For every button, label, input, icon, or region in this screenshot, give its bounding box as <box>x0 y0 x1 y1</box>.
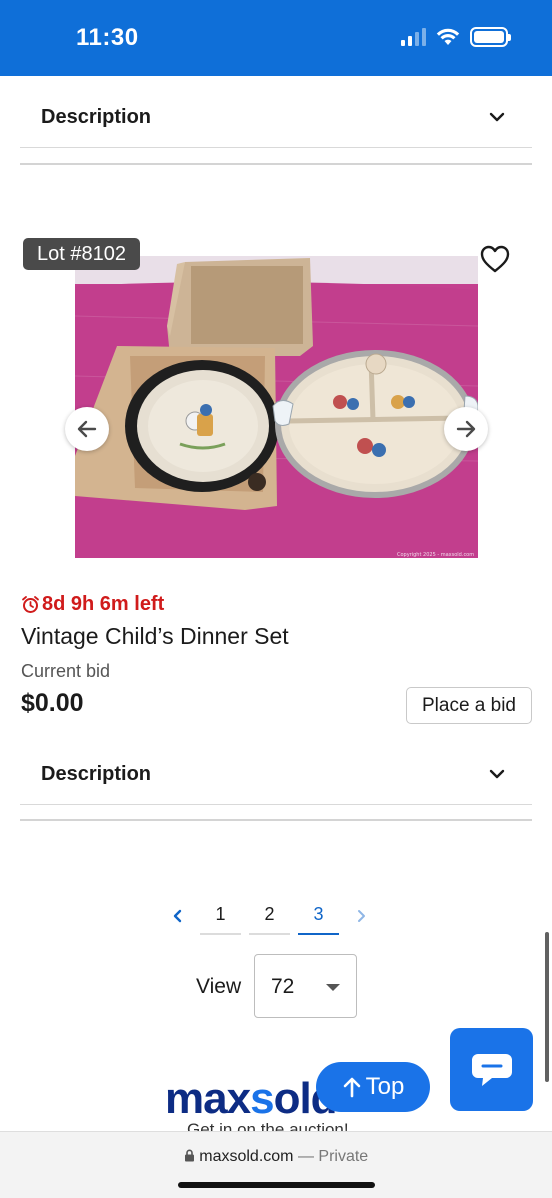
dropdown-caret-icon <box>326 984 340 991</box>
place-bid-button[interactable]: Place a bid <box>406 687 532 724</box>
section-divider <box>20 819 532 821</box>
chevron-down-icon <box>489 769 505 779</box>
view-label: View <box>196 975 242 998</box>
private-mode-label: Private <box>318 1148 369 1165</box>
chevron-right-icon <box>358 910 365 922</box>
arrow-left-icon <box>77 420 97 438</box>
arrow-right-icon <box>456 420 476 438</box>
cellular-signal-icon <box>401 28 426 46</box>
status-icons <box>401 27 511 47</box>
current-bid-label: Current bid <box>21 661 111 681</box>
url-text: maxsold.com — Private <box>0 1148 552 1166</box>
browser-url-bar[interactable]: maxsold.com — Private <box>0 1131 552 1198</box>
description-label: Description <box>41 106 152 128</box>
page-1[interactable]: 1 <box>200 898 241 935</box>
chat-button[interactable] <box>450 1028 533 1111</box>
alarm-clock-icon <box>22 596 39 613</box>
back-to-top-button[interactable]: Top <box>316 1062 430 1112</box>
lot-title[interactable]: Vintage Child’s Dinner Set <box>21 623 289 650</box>
photo-next-button[interactable] <box>444 407 488 451</box>
url-domain: maxsold.com <box>199 1148 294 1165</box>
pagination: 1 2 3 <box>160 896 379 936</box>
back-to-top-label: Top <box>365 1073 405 1100</box>
time-left: 8d 9h 6m left <box>21 593 164 616</box>
view-selected-value: 72 <box>271 975 295 998</box>
scrollbar[interactable] <box>545 932 549 1082</box>
lock-icon <box>184 1149 194 1162</box>
current-bid-value: $0.00 <box>21 689 84 717</box>
lot-number-badge: Lot #8102 <box>23 238 140 270</box>
prev-page-button[interactable] <box>160 898 196 934</box>
photo-watermark: Copyright 2025 - maxsold.com <box>397 552 474 558</box>
page-2[interactable]: 2 <box>249 898 290 935</box>
favorite-heart-icon[interactable] <box>480 245 510 273</box>
home-indicator <box>178 1182 375 1188</box>
maxsold-logo: maxsold <box>165 1074 338 1123</box>
description-label: Description <box>41 763 152 785</box>
lot-photo[interactable]: Copyright 2025 - maxsold.com <box>75 256 478 558</box>
status-time: 11:30 <box>76 24 139 51</box>
battery-icon <box>470 27 511 47</box>
chevron-down-icon <box>489 112 505 122</box>
page-3[interactable]: 3 <box>298 898 339 935</box>
lot-photo-image: Copyright 2025 - maxsold.com <box>75 256 478 558</box>
arrow-up-icon <box>343 1077 360 1098</box>
chevron-left-icon <box>173 909 182 923</box>
status-bar: 11:30 <box>0 0 552 76</box>
next-page-button[interactable] <box>343 898 379 934</box>
view-per-page-select[interactable]: 72 <box>254 954 357 1018</box>
wifi-icon <box>436 28 460 45</box>
time-left-text: 8d 9h 6m left <box>42 593 165 615</box>
chat-bubble-icon <box>471 1053 512 1086</box>
description-accordion-top[interactable]: Description <box>20 88 532 148</box>
photo-prev-button[interactable] <box>65 407 109 451</box>
section-divider <box>20 163 532 165</box>
description-accordion-bottom[interactable]: Description <box>20 745 532 805</box>
